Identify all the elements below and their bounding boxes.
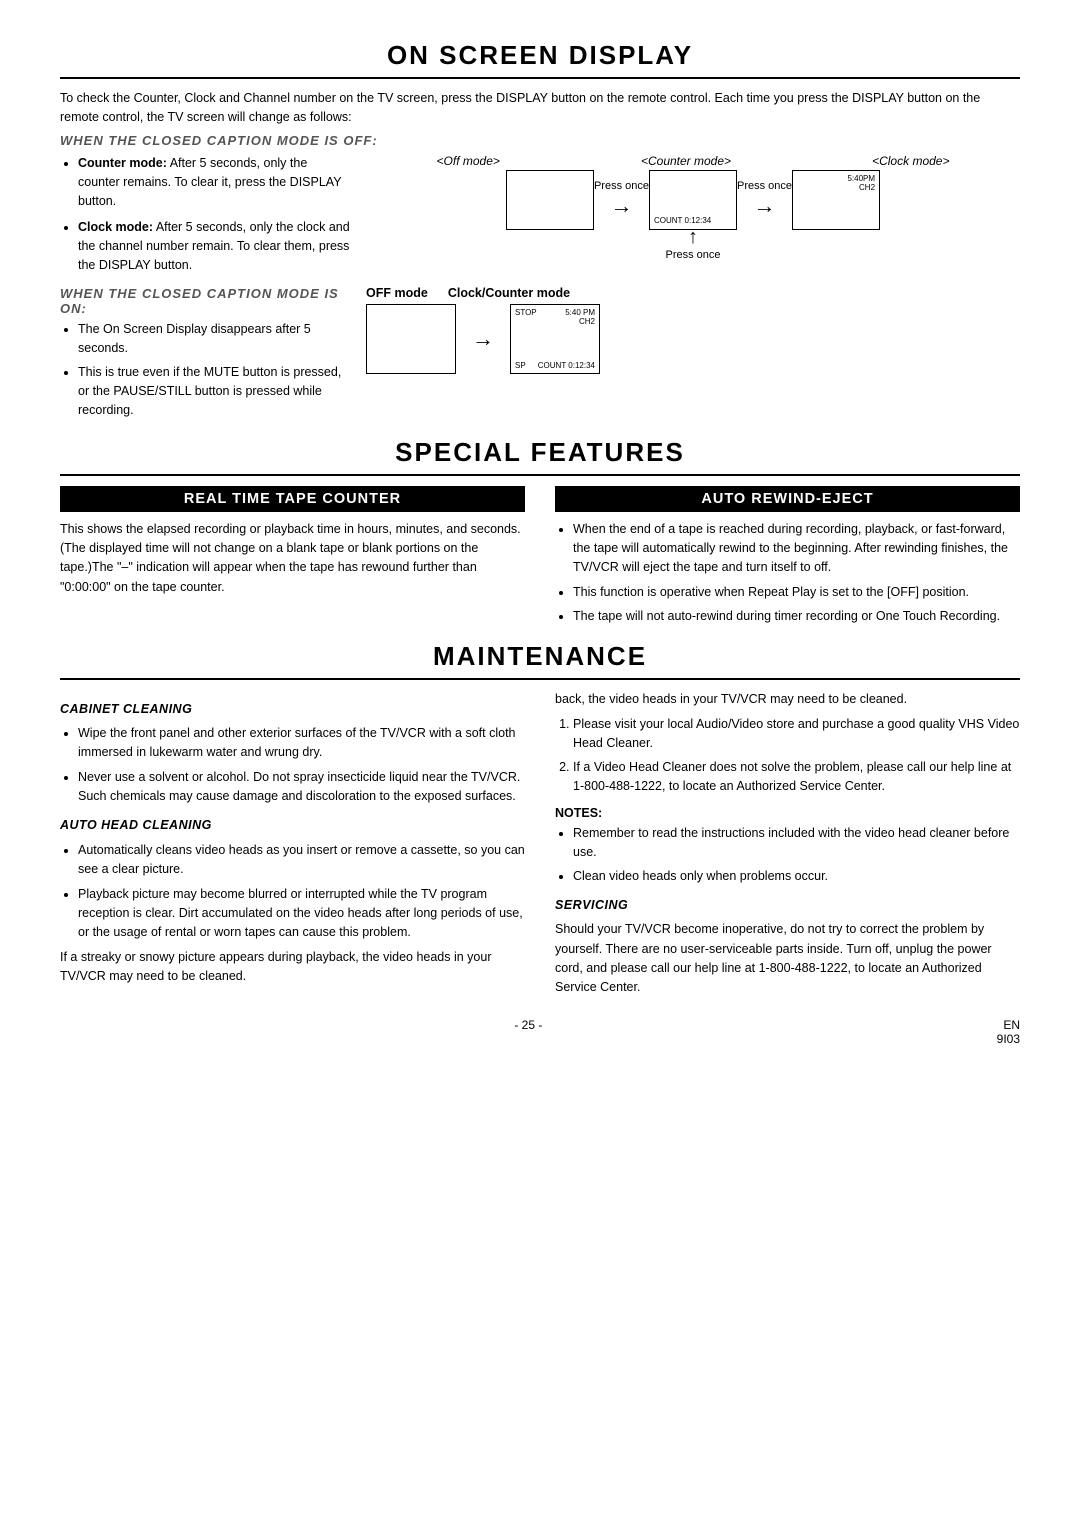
page-footer: - 25 - EN 9I03 [60,1018,1020,1046]
clock-counter-mode-text: Clock/Counter mode [448,286,570,300]
press-once-2-label: Press once [737,180,792,193]
real-time-body: This shows the elapsed recording or play… [60,520,525,598]
off-clock-diagram: → STOP 5:40 PM CH2 SP COUNT 0:12:34 [366,304,1020,374]
clock-mode-bullet: Clock mode: After 5 seconds, only the cl… [78,218,350,276]
cc-top-right: 5:40 PM CH2 [565,308,595,326]
note-2: Clean video heads only when problems occ… [573,867,1020,886]
on-bullet-1: The On Screen Display disappears after 5… [78,320,350,359]
on-bullet-2: This is true even if the MUTE button is … [78,363,350,421]
arrow-right-3: → [472,326,494,352]
servicing-heading: SERVICING [555,896,1020,915]
special-features-title: SPECIAL FEATURES [60,437,1020,476]
notes-label: NOTES: [555,804,1020,823]
clock-counter-box: STOP 5:40 PM CH2 SP COUNT 0:12:34 [510,304,600,374]
osd-intro: To check the Counter, Clock and Channel … [60,89,1020,127]
cc-bottom-left: SP [515,361,526,370]
cabinet-bullet-1: Wipe the front panel and other exterior … [78,724,525,763]
osd-title: ON SCREEN DISPLAY [60,40,1020,79]
arrow-right-1: → [610,193,632,219]
counter-mode-label: <Counter mode> [641,154,731,168]
auto-rewind-bullet-2: This function is operative when Repeat P… [573,583,1020,602]
special-features-grid: REAL TIME TAPE COUNTER This shows the el… [60,486,1020,627]
caption-on-left: WHEN THE CLOSED CAPTION MODE IS ON: The … [60,286,350,421]
counter-mode-box: COUNT 0:12:34 [649,170,737,230]
right-item-1: Please visit your local Audio/Video stor… [573,715,1020,754]
cc-top-left: STOP [515,308,537,326]
osd-diagram: <Off mode> <Counter mode> <Clock mode> P… [366,154,1020,276]
maint-left-col: CABINET CLEANING Wipe the front panel an… [60,690,525,998]
counter-display: COUNT 0:12:34 [654,216,711,225]
real-time-header: REAL TIME TAPE COUNTER [60,486,525,512]
auto-head-bullet-1: Automatically cleans video heads as you … [78,841,525,880]
osd-layout: Counter mode: After 5 seconds, only the … [60,154,1020,276]
auto-rewind-header: AUTO REWIND-EJECT [555,486,1020,512]
auto-rewind-bullet-3: The tape will not auto-rewind during tim… [573,607,1020,626]
footer-lang-code: EN 9I03 [997,1018,1020,1046]
osd-bullet-list: Counter mode: After 5 seconds, only the … [60,154,350,276]
page-number: - 25 - [60,1018,997,1046]
footer-lang: EN [1003,1018,1020,1032]
real-time-col: REAL TIME TAPE COUNTER This shows the el… [60,486,525,627]
cabinet-bullet-2: Never use a solvent or alcohol. Do not s… [78,768,525,807]
right-item-2: If a Video Head Cleaner does not solve t… [573,758,1020,797]
caption-on-section: WHEN THE CLOSED CAPTION MODE IS ON: The … [60,286,1020,421]
note-1: Remember to read the instructions includ… [573,824,1020,863]
footer-code: 9I03 [997,1032,1020,1046]
off-box [366,304,456,374]
caption-on-heading: WHEN THE CLOSED CAPTION MODE IS ON: [60,286,350,316]
counter-mode-bullet: Counter mode: After 5 seconds, only the … [78,154,350,212]
auto-rewind-bullet-1: When the end of a tape is reached during… [573,520,1020,578]
caption-off-heading: WHEN THE CLOSED CAPTION MODE IS OFF: [60,133,1020,148]
press-once-3-label: Press once [665,249,720,261]
cabinet-cleaning-heading: CABINET CLEANING [60,700,525,719]
clock-mode-label: <Clock mode> [872,154,949,168]
servicing-body: Should your TV/VCR become inoperative, d… [555,920,1020,998]
auto-head-followup: If a streaky or snowy picture appears du… [60,948,525,987]
auto-head-heading: AUTO HEAD CLEANING [60,816,525,835]
press-once-2-block: Press once → [737,180,792,219]
auto-head-bullet-2: Playback picture may become blurred or i… [78,885,525,943]
arrow-right-2: → [754,193,776,219]
press-once-1-block: Press once → [594,180,649,219]
maintenance-title: MAINTENANCE [60,641,1020,680]
press-once-1-label: Press once [594,180,649,193]
off-mode-label: <Off mode> [437,154,500,168]
clock-display: 5:40PM CH2 [847,174,875,192]
off-mode-text: OFF mode [366,286,428,300]
clock-mode-box: 5:40PM CH2 [792,170,880,230]
caption-on-right: OFF mode Clock/Counter mode → STOP 5:40 … [366,286,1020,421]
auto-rewind-col: AUTO REWIND-EJECT When the end of a tape… [555,486,1020,627]
maint-right-col: back, the video heads in your TV/VCR may… [555,690,1020,998]
off-mode-box [506,170,594,230]
cc-bottom-right: COUNT 0:12:34 [538,361,595,370]
right-col-continued: back, the video heads in your TV/VCR may… [555,690,1020,709]
maintenance-grid: CABINET CLEANING Wipe the front panel an… [60,690,1020,998]
